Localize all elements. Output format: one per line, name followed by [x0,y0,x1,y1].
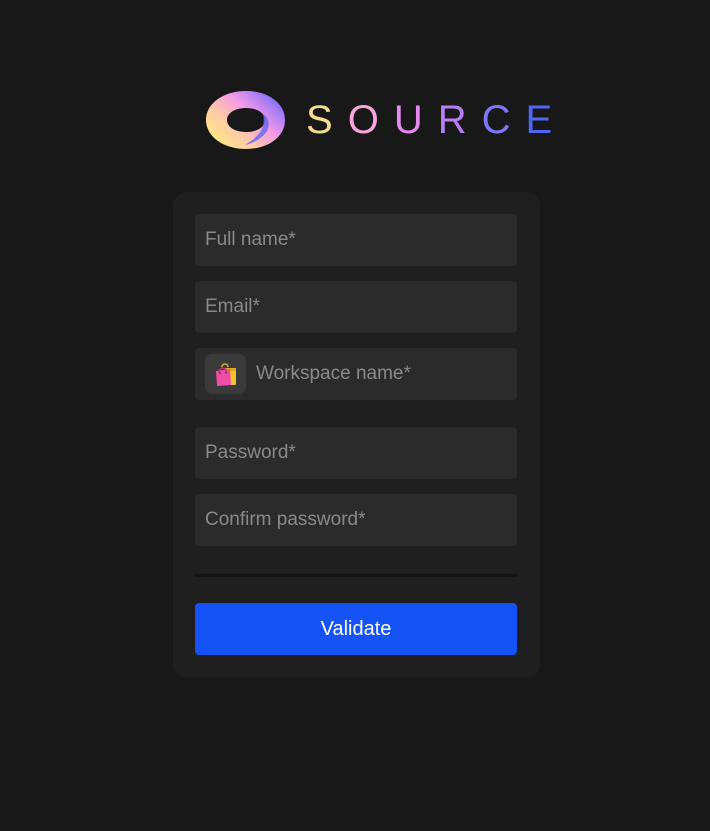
workspace-icon-picker[interactable] [205,354,246,394]
email-field-container [195,281,517,333]
password-input[interactable] [195,427,517,479]
password-field-container [195,427,517,479]
full-name-input[interactable] [195,214,517,266]
confirm-password-field-container [195,494,517,546]
wordmark-letter: C [481,98,526,142]
form-divider [195,574,517,577]
shopping-bags-icon [215,363,236,386]
full-name-field-container [195,214,517,266]
source-logo-icon [206,91,285,149]
signup-form-card: Validate [173,192,540,678]
wordmark-letter: S [306,98,348,142]
validate-button[interactable]: Validate [195,603,517,655]
workspace-field-container [195,348,517,400]
wordmark-letter: O [347,98,394,142]
wordmark-letter: E [525,98,568,142]
confirm-password-input[interactable] [195,494,517,546]
brand-wordmark: S O U R C E [306,100,567,140]
brand-logo: S O U R C E [205,90,552,150]
email-input[interactable] [195,281,517,333]
wordmark-letter: R [437,98,482,142]
wordmark-letter: U [393,98,438,142]
